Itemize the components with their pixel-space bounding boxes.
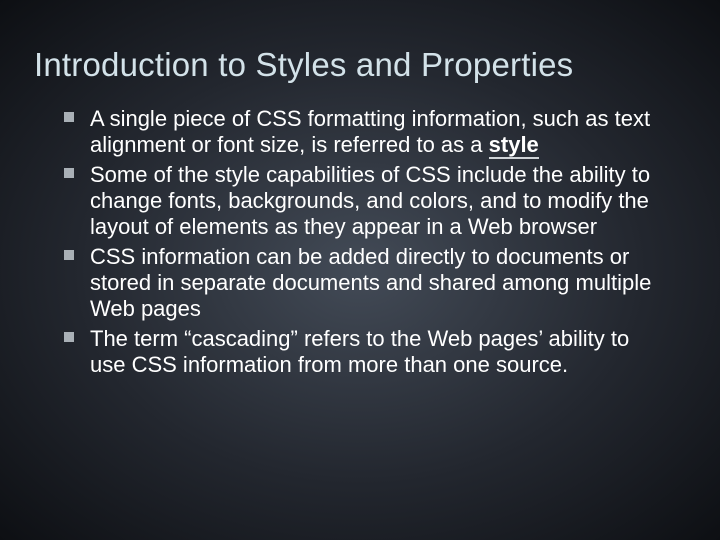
slide-body: A single piece of CSS formatting informa… — [34, 106, 686, 378]
square-bullet-icon — [64, 168, 74, 178]
bullet-text: The term “cascading” refers to the Web p… — [90, 326, 629, 377]
slide-title: Introduction to Styles and Properties — [34, 46, 686, 84]
bullet-text: A single piece of CSS formatting informa… — [90, 106, 650, 159]
list-item: The term “cascading” refers to the Web p… — [90, 326, 656, 378]
slide: Introduction to Styles and Properties A … — [0, 0, 720, 540]
bullet-text-pre: A single piece of CSS formatting informa… — [90, 106, 650, 157]
square-bullet-icon — [64, 332, 74, 342]
square-bullet-icon — [64, 112, 74, 122]
list-item: CSS information can be added directly to… — [90, 244, 656, 322]
bullet-text: Some of the style capabilities of CSS in… — [90, 162, 650, 239]
list-item: A single piece of CSS formatting informa… — [90, 106, 656, 158]
bullet-term: style — [489, 132, 539, 159]
square-bullet-icon — [64, 250, 74, 260]
bullet-text: CSS information can be added directly to… — [90, 244, 651, 321]
list-item: Some of the style capabilities of CSS in… — [90, 162, 656, 240]
